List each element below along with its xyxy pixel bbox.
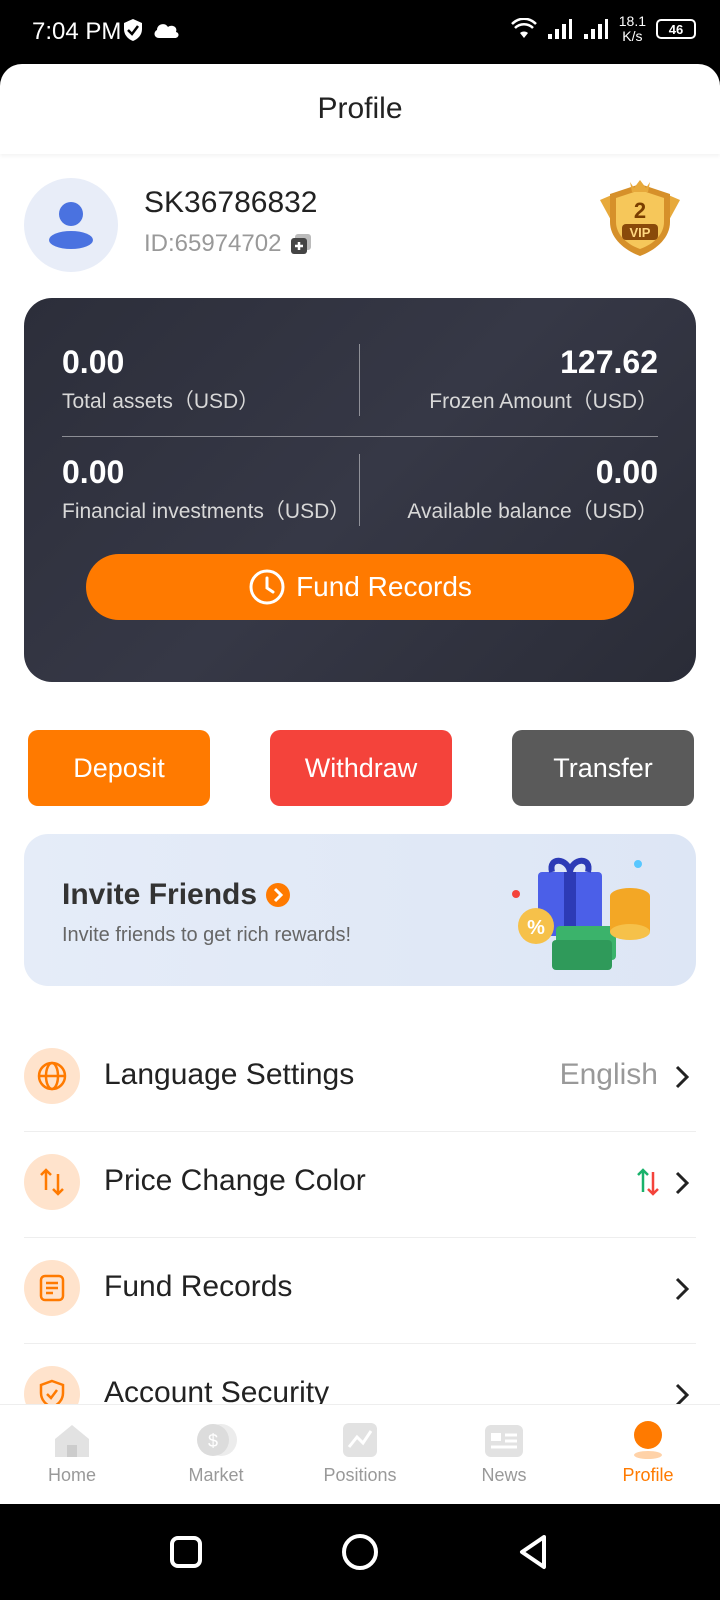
menu-label: Language Settings bbox=[104, 1058, 355, 1091]
wifi-icon bbox=[510, 18, 537, 38]
deposit-button[interactable]: Deposit bbox=[28, 730, 210, 806]
header: Profile bbox=[0, 64, 720, 154]
tab-news[interactable]: News bbox=[444, 1419, 564, 1486]
signal-icon bbox=[547, 19, 572, 39]
divider bbox=[62, 436, 658, 437]
settings-menu: Language Settings English Price Change C… bbox=[24, 1026, 696, 1450]
user-info: SK36786832 ID:65974702 2 VIP bbox=[24, 178, 696, 274]
frozen-amount: 127.62 Frozen Amount（USD） bbox=[429, 344, 658, 413]
vip-badge[interactable]: 2 VIP bbox=[592, 178, 688, 260]
invite-title: Invite Friends bbox=[62, 878, 258, 911]
total-assets: 0.00 Total assets（USD） bbox=[62, 344, 260, 413]
gift-rewards-icon: % bbox=[512, 857, 650, 970]
network-speed: 18.1 K/s bbox=[618, 13, 646, 44]
profile-icon bbox=[634, 1421, 662, 1459]
financial-investments: 0.00 Financial investments（USD） bbox=[62, 454, 351, 523]
chevron-right-icon bbox=[675, 1277, 690, 1301]
page-title: Profile bbox=[317, 92, 403, 125]
recent-apps-icon[interactable] bbox=[166, 1532, 206, 1572]
action-buttons: Deposit Withdraw Transfer bbox=[28, 730, 694, 806]
home-nav-icon[interactable] bbox=[340, 1532, 380, 1572]
home-icon bbox=[55, 1425, 89, 1457]
up-down-color-icon bbox=[637, 1168, 659, 1196]
clock-icon bbox=[249, 569, 285, 605]
user-id-row: ID:65974702 bbox=[144, 230, 313, 258]
globe-icon bbox=[37, 1061, 67, 1091]
available-balance: 0.00 Available balance（USD） bbox=[407, 454, 658, 523]
chevron-right-icon bbox=[675, 1171, 690, 1195]
fund-records-button[interactable]: Fund Records bbox=[86, 554, 634, 620]
status-time: 7:04 PM bbox=[32, 18, 122, 45]
news-icon bbox=[485, 1425, 523, 1457]
assets-card: 0.00 Total assets（USD） 127.62 Frozen Amo… bbox=[24, 298, 696, 682]
transfer-button[interactable]: Transfer bbox=[512, 730, 694, 806]
chevron-right-icon bbox=[675, 1065, 690, 1089]
positions-icon bbox=[343, 1423, 377, 1457]
cloud-icon bbox=[154, 24, 179, 38]
menu-label: Fund Records bbox=[104, 1270, 293, 1303]
tab-positions[interactable]: Positions bbox=[300, 1419, 420, 1486]
copy-icon[interactable] bbox=[289, 232, 313, 256]
market-icon: $ bbox=[197, 1424, 237, 1456]
invite-friends-banner[interactable]: Invite Friends Invite friends to get ric… bbox=[24, 834, 696, 986]
battery-icon: 46 bbox=[656, 19, 696, 39]
back-icon[interactable] bbox=[514, 1532, 554, 1572]
arrow-right-circle-icon bbox=[266, 883, 291, 907]
app-screen: Profile SK36786832 ID:65974702 2 VIP 0.0… bbox=[0, 64, 720, 1504]
system-nav-bar bbox=[0, 1504, 720, 1600]
withdraw-button[interactable]: Withdraw bbox=[270, 730, 452, 806]
shield-check-icon bbox=[124, 19, 142, 41]
tab-market[interactable]: $ Market bbox=[156, 1419, 276, 1486]
tab-profile[interactable]: Profile bbox=[588, 1419, 708, 1486]
status-bar: 7:04 PM 18.1 K/s 46 bbox=[0, 0, 720, 64]
menu-item-language[interactable]: Language Settings English bbox=[24, 1026, 696, 1132]
user-icon bbox=[49, 202, 93, 249]
svg-text:2: 2 bbox=[634, 198, 646, 223]
menu-label: Price Change Color bbox=[104, 1164, 366, 1197]
swap-icon bbox=[40, 1168, 64, 1196]
bottom-tab-bar: Home $ Market Positions News Profile bbox=[0, 1404, 720, 1504]
avatar[interactable] bbox=[24, 178, 118, 272]
document-icon bbox=[39, 1274, 65, 1302]
svg-text:%: % bbox=[527, 917, 545, 939]
svg-text:VIP: VIP bbox=[630, 225, 651, 240]
user-id: ID:65974702 bbox=[144, 230, 282, 257]
invite-subtitle: Invite friends to get rich rewards! bbox=[62, 924, 352, 946]
menu-item-price-change-color[interactable]: Price Change Color bbox=[24, 1132, 696, 1238]
vip-shield-icon: 2 VIP bbox=[600, 180, 680, 256]
signal-icon-2 bbox=[583, 19, 608, 39]
menu-item-fund-records[interactable]: Fund Records bbox=[24, 1238, 696, 1344]
svg-text:$: $ bbox=[208, 1431, 218, 1451]
tab-home[interactable]: Home bbox=[12, 1419, 132, 1486]
username: SK36786832 bbox=[144, 186, 318, 219]
language-value: English bbox=[559, 1058, 658, 1091]
